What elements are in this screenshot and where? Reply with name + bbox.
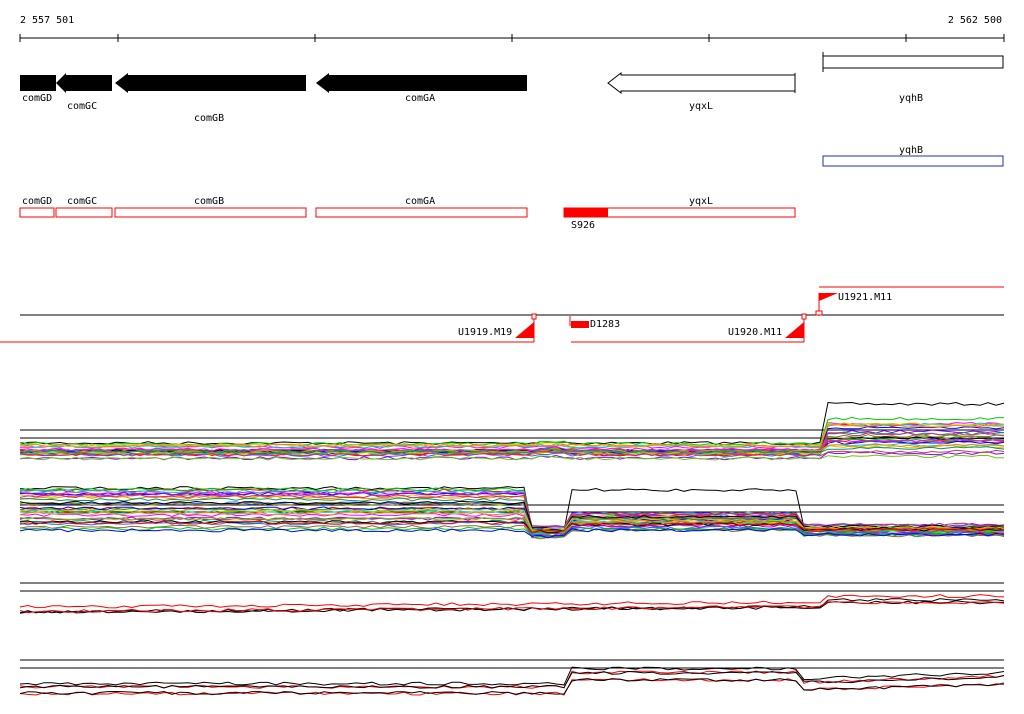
gene-label-comGB: comGB xyxy=(194,113,224,124)
terminator-flag-U1920[interactable] xyxy=(785,322,804,338)
gene-label-yqxL: yqxL xyxy=(689,101,713,112)
red-box-marker-label: S926 xyxy=(571,220,595,231)
gene-label-comGD: comGD xyxy=(22,93,52,104)
red-box-comGA[interactable] xyxy=(315,207,528,218)
red-box-track: comGD comGC comGB comGA yqxL S926 xyxy=(19,196,796,231)
expression-panel-3 xyxy=(19,582,1005,614)
terminator-flag-U1921[interactable] xyxy=(819,293,838,301)
red-box-comGB[interactable] xyxy=(114,207,307,218)
transcript-box-D1283[interactable] xyxy=(571,321,589,328)
gene-arrow-yqxL[interactable] xyxy=(607,71,796,95)
gene-label-comGA: comGA xyxy=(405,93,435,104)
transcript-label-D1283: D1283 xyxy=(590,319,620,330)
gene-arrow-comGC[interactable] xyxy=(56,73,112,93)
transcript-label-U1921: U1921.M11 xyxy=(838,292,892,303)
red-box-marker-S926[interactable] xyxy=(564,208,608,217)
gene-arrow-comGB[interactable] xyxy=(115,73,306,93)
gene-arrow-comGA[interactable] xyxy=(316,73,527,93)
expression-panel-1 xyxy=(19,401,1005,461)
expression-profile-line xyxy=(19,454,1005,461)
red-box-label-yqxL: yqxL xyxy=(689,196,713,207)
red-box-label-comGC: comGC xyxy=(67,196,97,207)
expression-profile-line xyxy=(19,666,1005,686)
expression-profile-line xyxy=(19,670,1005,689)
coordinate-ruler: 2 557 501 2 562 500 xyxy=(19,15,1005,42)
red-box-label-comGD: comGD xyxy=(22,196,52,207)
ruler-start-label: 2 557 501 xyxy=(20,15,74,26)
gene-arrow-comGD[interactable] xyxy=(20,75,56,91)
expression-profile-line xyxy=(19,670,1005,689)
gene-label-yqhB: yqhB xyxy=(899,93,923,104)
gene-label-comGC: comGC xyxy=(67,101,97,112)
blue-feature-track: yqhB xyxy=(822,145,1004,167)
red-box-label-comGA: comGA xyxy=(405,196,435,207)
gene-box-yqhB[interactable] xyxy=(822,55,1004,69)
transcript-track: U1921.M11 U1919.M19 D1283 U1920.M11 xyxy=(0,286,1004,343)
blue-feature-label: yqhB xyxy=(899,145,923,156)
expression-profile-line xyxy=(19,594,1005,609)
terminator-flag-U1919[interactable] xyxy=(515,322,534,338)
red-box-comGD[interactable] xyxy=(19,207,55,218)
gene-track: comGD comGC comGB comGA yqxL yqhB xyxy=(20,52,1004,124)
ruler-end-label: 2 562 500 xyxy=(948,15,1002,26)
transcript-label-U1920: U1920.M11 xyxy=(728,327,782,338)
expression-panel-2 xyxy=(19,486,1005,540)
expression-panel-4 xyxy=(19,659,1005,696)
transcript-label-U1919: U1919.M19 xyxy=(458,327,512,338)
blue-feature-box[interactable] xyxy=(822,155,1004,167)
genome-browser-view: 2 557 501 2 562 500 comGD comGC comGB co… xyxy=(0,15,1005,696)
red-box-comGC[interactable] xyxy=(55,207,113,218)
red-box-label-comGB: comGB xyxy=(194,196,224,207)
